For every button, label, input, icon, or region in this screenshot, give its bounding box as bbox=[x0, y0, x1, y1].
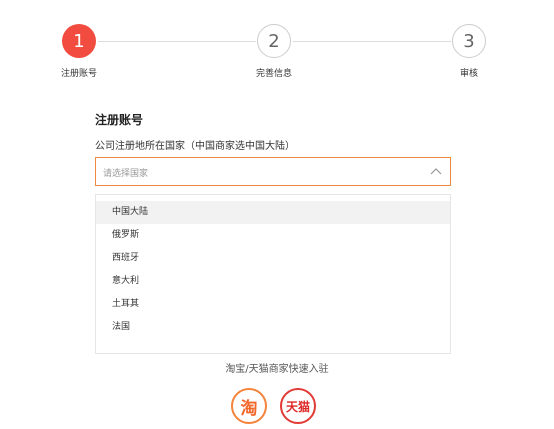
step-indicator: 1 2 3 注册账号 完善信息 审核 bbox=[0, 0, 554, 90]
tmall-login-button[interactable]: 天猫 bbox=[280, 388, 316, 424]
taobao-logo-icon: 淘 bbox=[240, 398, 258, 419]
country-select[interactable]: 请选择国家 bbox=[95, 157, 451, 186]
step-2-circle: 2 bbox=[257, 24, 291, 58]
country-field-label: 公司注册地所在国家（中国商家选中国大陆） bbox=[95, 141, 295, 152]
country-select-placeholder: 请选择国家 bbox=[103, 169, 149, 179]
step-3-circle: 3 bbox=[452, 24, 486, 58]
step-2-number: 2 bbox=[268, 30, 280, 52]
country-option-turkey[interactable]: 土耳其 bbox=[96, 293, 450, 316]
section-title: 注册账号 bbox=[95, 113, 144, 127]
country-option-china-mainland[interactable]: 中国大陆 bbox=[96, 201, 450, 224]
step-3-label: 审核 bbox=[459, 69, 478, 79]
step-connector-1 bbox=[98, 41, 256, 42]
quick-entry-text: 淘宝/天猫商家快速入驻 bbox=[225, 364, 329, 375]
country-option-italy[interactable]: 意大利 bbox=[96, 270, 450, 293]
step-3-number: 3 bbox=[463, 30, 475, 52]
country-option-spain[interactable]: 西班牙 bbox=[96, 247, 450, 270]
step-1-circle: 1 bbox=[62, 24, 96, 58]
step-1-label: 注册账号 bbox=[60, 69, 97, 79]
country-options-list: 中国大陆 俄罗斯 西班牙 意大利 土耳其 法国 bbox=[96, 195, 450, 339]
country-option-france[interactable]: 法国 bbox=[96, 316, 450, 339]
country-dropdown: 中国大陆 俄罗斯 西班牙 意大利 土耳其 法国 bbox=[95, 194, 451, 354]
chevron-up-icon bbox=[430, 168, 442, 175]
step-2-label: 完善信息 bbox=[255, 69, 292, 79]
step-connector-2 bbox=[293, 41, 451, 42]
taobao-login-button[interactable]: 淘 bbox=[231, 388, 267, 424]
step-1-number: 1 bbox=[73, 30, 85, 52]
country-option-russia[interactable]: 俄罗斯 bbox=[96, 224, 450, 247]
tmall-logo-icon: 天猫 bbox=[285, 399, 310, 414]
